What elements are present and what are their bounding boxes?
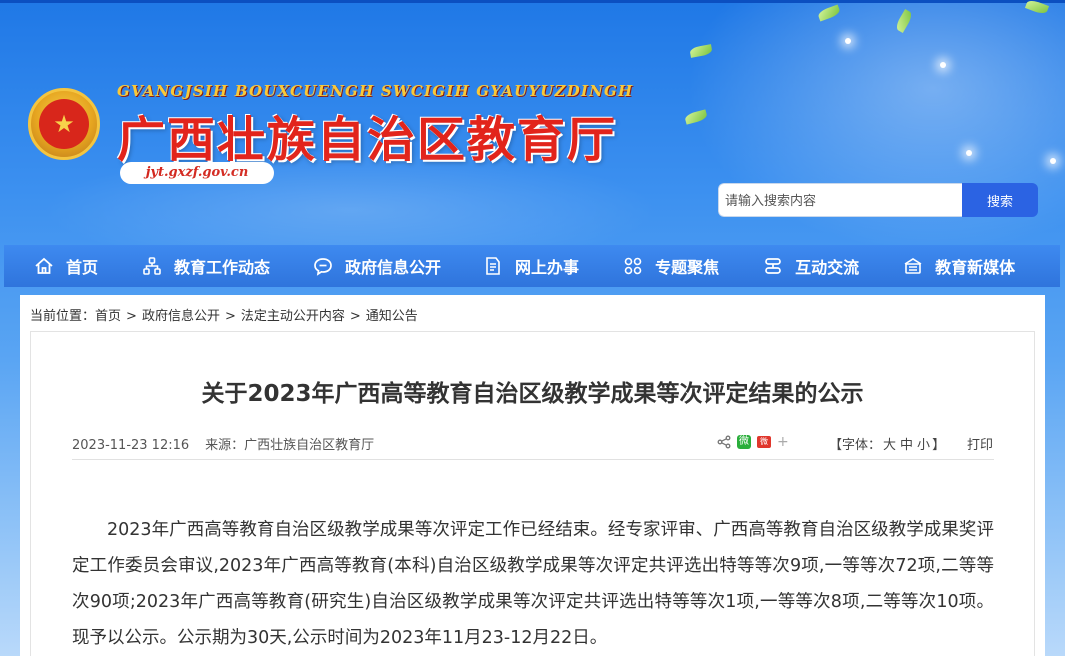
home-icon bbox=[35, 257, 53, 274]
main-nav: 首页 教育工作动态 政府信息公开 网上办事 专题聚焦 互动交流 教育新媒体 bbox=[4, 245, 1060, 287]
emblem-star-icon: ★ bbox=[39, 99, 89, 149]
article-meta: 2023-11-23 12:16 来源：广西壮族自治区教育厅 bbox=[72, 434, 374, 453]
share-icon[interactable] bbox=[717, 435, 731, 449]
search-button[interactable]: 搜索 bbox=[962, 183, 1038, 217]
leaf-decoration bbox=[689, 44, 713, 58]
font-size-control: 【字体：大中小】 bbox=[829, 434, 945, 453]
font-size-prefix: 【字体： bbox=[829, 438, 882, 453]
share-bar: 微 微 + bbox=[717, 434, 795, 450]
weibo-share-icon[interactable]: 微 bbox=[757, 436, 771, 448]
search-input[interactable] bbox=[718, 183, 962, 217]
sparkle-decoration bbox=[845, 38, 851, 44]
nav-item-label: 教育新媒体 bbox=[935, 258, 1016, 277]
leaf-decoration bbox=[816, 4, 842, 22]
national-emblem-logo: ★ bbox=[28, 88, 100, 160]
article-date: 2023-11-23 12:16 bbox=[72, 438, 190, 453]
nav-item-label: 首页 bbox=[66, 258, 99, 277]
nav-item-label: 教育工作动态 bbox=[174, 258, 271, 277]
grid-icon bbox=[624, 257, 642, 275]
wechat-share-icon[interactable]: 微 bbox=[737, 435, 751, 449]
site-roman-name: GVANGJSIH BOUXCUENGH SWCIGIH GYAUYUZDING… bbox=[117, 82, 634, 100]
nav-item-label: 专题聚焦 bbox=[655, 258, 720, 277]
document-edit-icon bbox=[486, 257, 500, 275]
leaf-decoration bbox=[684, 109, 708, 125]
meta-divider bbox=[72, 459, 994, 460]
exchange-icon bbox=[765, 258, 781, 274]
font-size-medium[interactable]: 中 bbox=[900, 438, 913, 453]
font-size-suffix: 】 bbox=[932, 438, 946, 453]
breadcrumb-separator: > bbox=[349, 309, 361, 324]
org-chart-icon bbox=[143, 257, 161, 275]
site-header: ★ GVANGJSIH BOUXCUENGH SWCIGIH GYAUYUZDI… bbox=[0, 0, 1065, 245]
nav-item-home[interactable]: 首页 bbox=[34, 245, 98, 287]
breadcrumb-link-notices[interactable]: 通知公告 bbox=[366, 309, 418, 324]
site-domain: jyt.gxzf.gov.cn bbox=[120, 162, 274, 184]
nav-item-label: 网上办事 bbox=[515, 258, 580, 277]
breadcrumb-separator: > bbox=[224, 309, 236, 324]
breadcrumb-link-statutory[interactable]: 法定主动公开内容 bbox=[241, 309, 345, 324]
sparkle-decoration bbox=[1050, 158, 1056, 164]
nav-item-special-topics[interactable]: 专题聚焦 bbox=[623, 245, 719, 287]
article-title: 关于2023年广西高等教育自治区级教学成果等次评定结果的公示 bbox=[201, 381, 864, 407]
nav-item-gov-info[interactable]: 政府信息公开 bbox=[313, 245, 441, 287]
search-box: 搜索 bbox=[718, 183, 1038, 217]
breadcrumb-separator: > bbox=[126, 309, 137, 324]
nav-item-education-news[interactable]: 教育工作动态 bbox=[142, 245, 270, 287]
article-body: 2023年广西高等教育自治区级教学成果等次评定工作已经结束。经专家评审、广西高等… bbox=[72, 512, 994, 656]
more-share-icon[interactable]: + bbox=[777, 434, 789, 450]
nav-item-new-media[interactable]: 教育新媒体 bbox=[903, 245, 1015, 287]
nav-item-online-service[interactable]: 网上办事 bbox=[483, 245, 579, 287]
font-size-small[interactable]: 小 bbox=[917, 438, 930, 453]
breadcrumb-link-gov-info[interactable]: 政府信息公开 bbox=[142, 309, 220, 324]
breadcrumb-link-home[interactable]: 首页 bbox=[95, 309, 121, 324]
article-paragraph: 2023年广西高等教育自治区级教学成果等次评定工作已经结束。经专家评审、广西高等… bbox=[72, 520, 994, 648]
sparkle-decoration bbox=[940, 62, 946, 68]
media-icon bbox=[904, 258, 922, 274]
chat-bubble-icon bbox=[314, 258, 332, 276]
leaf-decoration bbox=[894, 8, 914, 34]
article-source: 来源：广西壮族自治区教育厅 bbox=[205, 438, 375, 453]
nav-item-label: 互动交流 bbox=[795, 258, 860, 277]
content-panel: 当前位置：首页 > 政府信息公开 > 法定主动公开内容 > 通知公告 关于2023年广西高等… bbox=[20, 295, 1045, 656]
print-button[interactable]: 打印 bbox=[967, 434, 993, 453]
top-border bbox=[0, 0, 1065, 3]
breadcrumb-prefix: 当前位置： bbox=[30, 309, 96, 324]
site-title: 广西壮族自治区教育厅 bbox=[117, 112, 618, 168]
sparkle-decoration bbox=[966, 150, 972, 156]
breadcrumb: 当前位置：首页 > 政府信息公开 > 法定主动公开内容 > 通知公告 bbox=[30, 305, 418, 324]
article: 关于2023年广西高等教育自治区级教学成果等次评定结果的公示 2023-11-2… bbox=[30, 331, 1035, 656]
font-size-large[interactable]: 大 bbox=[883, 438, 896, 453]
nav-item-label: 政府信息公开 bbox=[345, 258, 442, 277]
nav-item-interaction[interactable]: 互动交流 bbox=[763, 245, 859, 287]
